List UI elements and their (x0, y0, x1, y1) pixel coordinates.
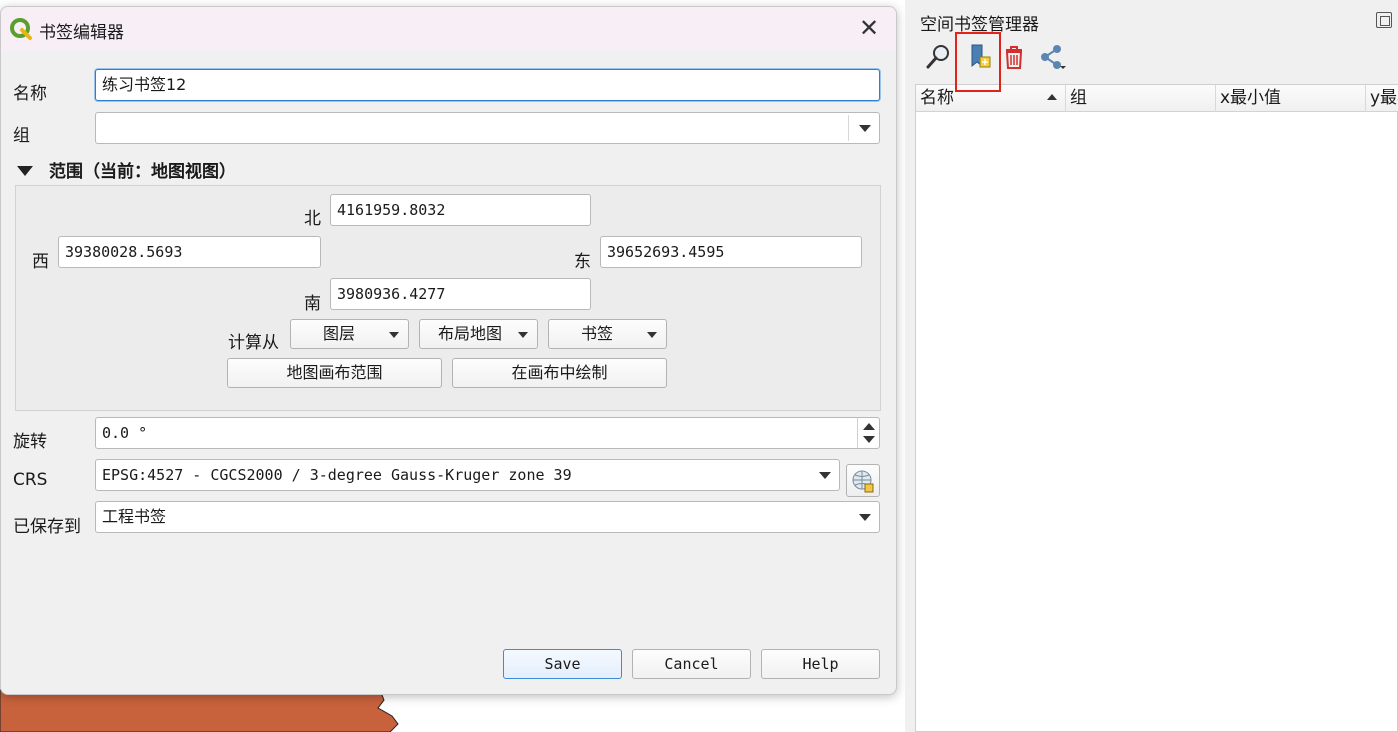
extent-header: 范围（当前：地图视图） (49, 162, 236, 182)
saved-to-label: 已保存到 (13, 517, 81, 537)
column-header-xmin[interactable]: x最小值 (1216, 85, 1366, 112)
column-header-group[interactable]: 组 (1066, 85, 1216, 112)
chevron-down-icon (518, 332, 528, 338)
calc-from-layer-button[interactable]: 图层 (290, 319, 409, 349)
west-input[interactable]: 39380028.5693 (58, 236, 321, 268)
rotation-label: 旋转 (13, 432, 47, 452)
crs-label: CRS (13, 470, 48, 490)
calc-from-layer-label: 图层 (323, 324, 356, 343)
bookmark-table[interactable]: 名称 组 x最小值 y最小 (915, 84, 1398, 732)
column-header-label: 名称 (920, 88, 954, 108)
bookmark-editor-dialog: 书签编辑器 ✕ 名称 练习书签12 组 范围（当前：地图视图） 北 416195… (0, 6, 897, 695)
name-input[interactable]: 练习书签12 (95, 69, 880, 101)
group-combobox[interactable] (95, 112, 880, 144)
chevron-down-icon (859, 514, 871, 521)
rotation-value: 0.0 ° (102, 424, 148, 442)
zoom-to-bookmark-icon[interactable] (923, 42, 953, 72)
east-input[interactable]: 39652693.4595 (600, 236, 862, 268)
north-input[interactable]: 4161959.8032 (330, 194, 591, 226)
calc-from-label: 计算从 (228, 333, 279, 353)
close-icon[interactable]: ✕ (856, 16, 882, 42)
south-input[interactable]: 3980936.4277 (330, 278, 591, 310)
crs-combobox[interactable]: EPSG:4527 - CGCS2000 / 3-degree Gauss-Kr… (95, 459, 840, 491)
calc-from-bookmark-button[interactable]: 书签 (548, 319, 667, 349)
help-button[interactable]: Help (761, 649, 880, 679)
collapse-triangle-icon (17, 165, 33, 176)
north-label: 北 (304, 209, 321, 229)
crs-selector-button[interactable] (846, 464, 880, 497)
chevron-down-icon (859, 125, 871, 132)
chevron-down-icon (389, 332, 399, 338)
map-canvas-extent-button[interactable]: 地图画布范围 (227, 358, 442, 388)
rotation-spinbox[interactable]: 0.0 ° (95, 417, 880, 449)
spatial-bookmark-manager-panel: 空间书签管理器 名称 组 x最小值 y最小 (905, 0, 1398, 732)
delete-icon[interactable] (999, 42, 1029, 72)
cancel-button[interactable]: Cancel (632, 649, 751, 679)
calc-from-layout-map-button[interactable]: 布局地图 (419, 319, 538, 349)
chevron-down-icon (819, 472, 831, 479)
dialog-titlebar[interactable]: 书签编辑器 ✕ (1, 7, 896, 51)
dialog-title: 书签编辑器 (39, 23, 124, 43)
calc-from-layout-map-label: 布局地图 (438, 324, 503, 343)
east-label: 东 (574, 252, 591, 272)
chevron-up-icon[interactable] (863, 423, 875, 430)
column-header-ymin[interactable]: y最小 (1366, 85, 1398, 112)
crs-selector-icon (852, 470, 874, 493)
group-label: 组 (13, 126, 30, 146)
extent-section-toggle[interactable]: 范围（当前：地图视图） (17, 157, 236, 182)
sort-ascending-icon (1047, 94, 1057, 100)
name-label: 名称 (13, 84, 47, 104)
saved-to-combobox[interactable]: 工程书签 (95, 501, 880, 533)
float-panel-icon[interactable] (1376, 12, 1392, 28)
south-label: 南 (304, 294, 321, 314)
draw-on-canvas-button[interactable]: 在画布中绘制 (452, 358, 667, 388)
crs-value: EPSG:4527 - CGCS2000 / 3-degree Gauss-Kr… (102, 466, 572, 484)
qgis-logo-icon (10, 18, 32, 40)
calc-from-bookmark-label: 书签 (581, 324, 614, 343)
spin-buttons[interactable] (857, 418, 879, 448)
west-label: 西 (32, 252, 49, 272)
chevron-down-icon (647, 332, 657, 338)
chevron-down-icon[interactable] (863, 436, 875, 443)
share-icon[interactable] (1037, 42, 1067, 72)
saved-to-value: 工程书签 (102, 507, 167, 526)
combo-separator (848, 115, 849, 141)
save-button[interactable]: Save (503, 649, 622, 679)
highlight-box (955, 32, 1001, 92)
